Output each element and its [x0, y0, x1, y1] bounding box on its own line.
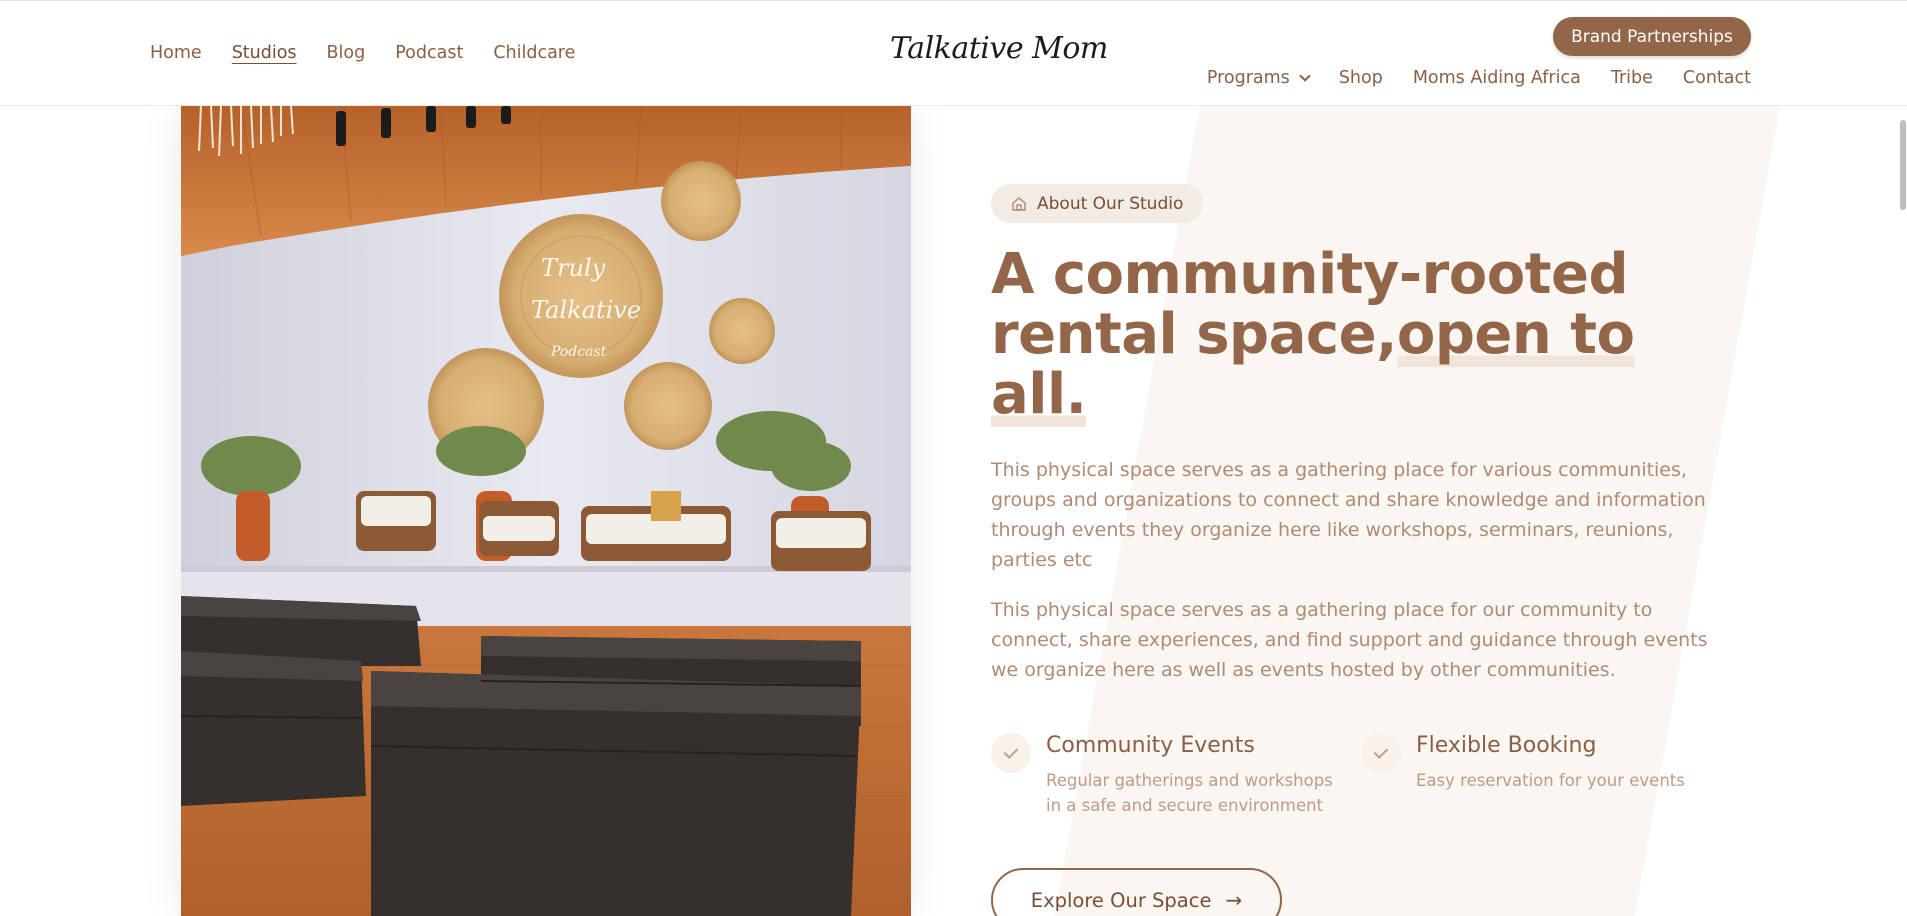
headline-line1: A community-rooted [991, 242, 1629, 307]
feature-title: Flexible Booking [1416, 733, 1597, 758]
about-badge-label: About Our Studio [1037, 193, 1184, 214]
feature-flexible-booking: Flexible Booking Easy reservation for yo… [1361, 733, 1731, 818]
site-header: Home Studios Blog Podcast Childcare Talk… [0, 0, 1907, 106]
chevron-down-icon [1299, 69, 1311, 82]
nav-programs[interactable]: Programs [1206, 68, 1311, 88]
arrow-right-icon: → [1225, 888, 1243, 912]
about-badge: About Our Studio [991, 184, 1204, 223]
feature-description: Regular gatherings and workshops in a sa… [1046, 771, 1333, 815]
feature-description: Easy reservation for your events [1416, 771, 1685, 790]
wall-sign-line3: Podcast [550, 344, 607, 360]
scroll-thumb[interactable] [1900, 120, 1906, 210]
check-icon [1361, 733, 1401, 773]
nav-studios[interactable]: Studios [232, 43, 297, 63]
feature-title: Community Events [1046, 733, 1255, 758]
nav-tribe[interactable]: Tribe [1611, 68, 1653, 88]
wall-sign-line2: Talkative [531, 296, 641, 324]
home-icon [1012, 196, 1026, 211]
nav-podcast[interactable]: Podcast [395, 43, 463, 63]
site-logo[interactable]: Talkative Mom [890, 31, 1108, 66]
nav-contact[interactable]: Contact [1683, 68, 1751, 88]
nav-programs-label: Programs [1206, 68, 1290, 88]
intro-paragraph-1: This physical space serves as a gatherin… [991, 459, 1706, 571]
explore-space-button[interactable]: Explore Our Space → [991, 868, 1282, 916]
feature-community-events: Community Events Regular gatherings and … [991, 733, 1361, 818]
intro-paragraph-2: This physical space serves as a gatherin… [991, 599, 1708, 681]
nav-moms-aiding-africa[interactable]: Moms Aiding Africa [1413, 68, 1581, 88]
brand-partnerships-button[interactable]: Brand Partnerships [1553, 17, 1751, 56]
about-section: About Our Studio A community-rooted rent… [991, 184, 1731, 916]
nav-home[interactable]: Home [150, 43, 202, 63]
scrollbar[interactable] [1897, 106, 1907, 916]
explore-space-label: Explore Our Space [1030, 888, 1212, 912]
headline-line2a: rental space, [991, 302, 1397, 367]
primary-nav-right: Programs Shop Moms Aiding Africa Tribe C… [1207, 68, 1751, 88]
wall-sign-line1: Truly [541, 254, 606, 282]
feature-list: Community Events Regular gatherings and … [991, 733, 1731, 818]
nav-shop[interactable]: Shop [1339, 68, 1383, 88]
nav-childcare[interactable]: Childcare [493, 43, 575, 63]
page-title: A community-rooted rental space,open to … [991, 242, 1731, 427]
check-icon [991, 733, 1031, 773]
studio-photo: Truly Talkative Podcast [181, 106, 911, 916]
primary-nav-left: Home Studios Blog Podcast Childcare [150, 43, 605, 63]
nav-blog[interactable]: Blog [327, 43, 366, 63]
